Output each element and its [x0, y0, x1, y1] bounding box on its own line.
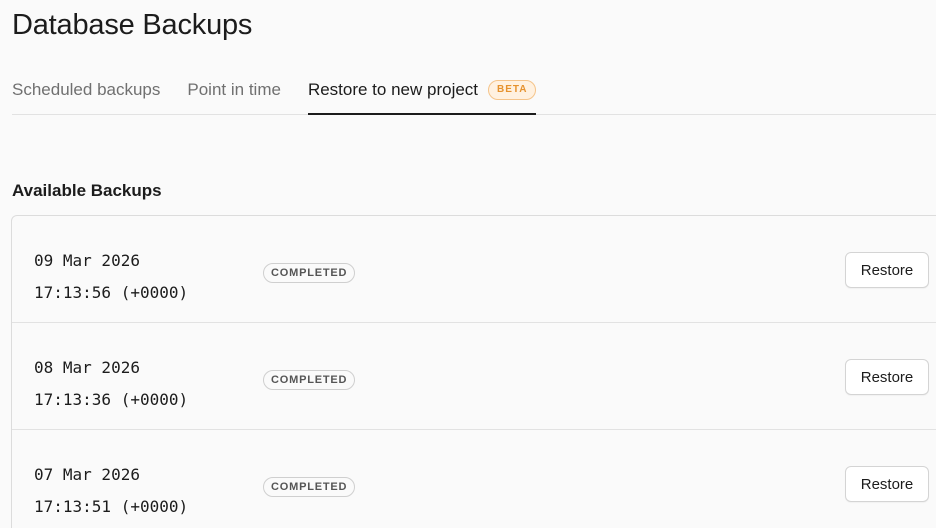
tab-point-in-time[interactable]: Point in time	[187, 74, 281, 115]
page-title: Database Backups	[12, 9, 253, 41]
status-badge: COMPLETED	[263, 370, 356, 390]
backup-row: 08 Mar 2026 17:13:36 (+0000) COMPLETED R…	[12, 323, 936, 430]
backup-list: 09 Mar 2026 17:13:56 (+0000) COMPLETED R…	[11, 215, 936, 528]
backup-date: 08 Mar 2026	[34, 358, 140, 377]
section-title: Available Backups	[12, 181, 162, 200]
status-badge: COMPLETED	[263, 263, 356, 283]
backup-timestamp: 09 Mar 2026 17:13:56 (+0000)	[34, 245, 188, 309]
restore-button[interactable]: Restore	[845, 466, 929, 502]
status-badge: COMPLETED	[263, 477, 356, 497]
tab-scheduled-backups[interactable]: Scheduled backups	[12, 74, 160, 115]
backup-timestamp: 08 Mar 2026 17:13:36 (+0000)	[34, 352, 188, 416]
tab-restore-to-new-project[interactable]: Restore to new project BETA	[307, 74, 536, 115]
backup-date: 07 Mar 2026	[34, 465, 140, 484]
backup-timestamp: 07 Mar 2026 17:13:51 (+0000)	[34, 459, 188, 523]
backup-time: 17:13:36 (+0000)	[34, 390, 189, 409]
backup-row: 09 Mar 2026 17:13:56 (+0000) COMPLETED R…	[12, 216, 936, 323]
backup-row: 07 Mar 2026 17:13:51 (+0000) COMPLETED R…	[12, 430, 936, 528]
beta-badge: BETA	[488, 80, 536, 100]
database-backups-page: Database Backups Scheduled backups Point…	[0, 0, 936, 528]
restore-button[interactable]: Restore	[845, 359, 929, 395]
tab-label: Point in time	[187, 80, 281, 99]
restore-button[interactable]: Restore	[845, 252, 929, 288]
tab-label: Restore to new project	[307, 80, 479, 99]
tab-bar: Scheduled backups Point in time Restore …	[12, 74, 936, 115]
tab-label: Scheduled backups	[12, 80, 161, 99]
backup-date: 09 Mar 2026	[34, 251, 140, 270]
backup-time: 17:13:51 (+0000)	[34, 497, 189, 516]
backup-time: 17:13:56 (+0000)	[34, 283, 189, 302]
